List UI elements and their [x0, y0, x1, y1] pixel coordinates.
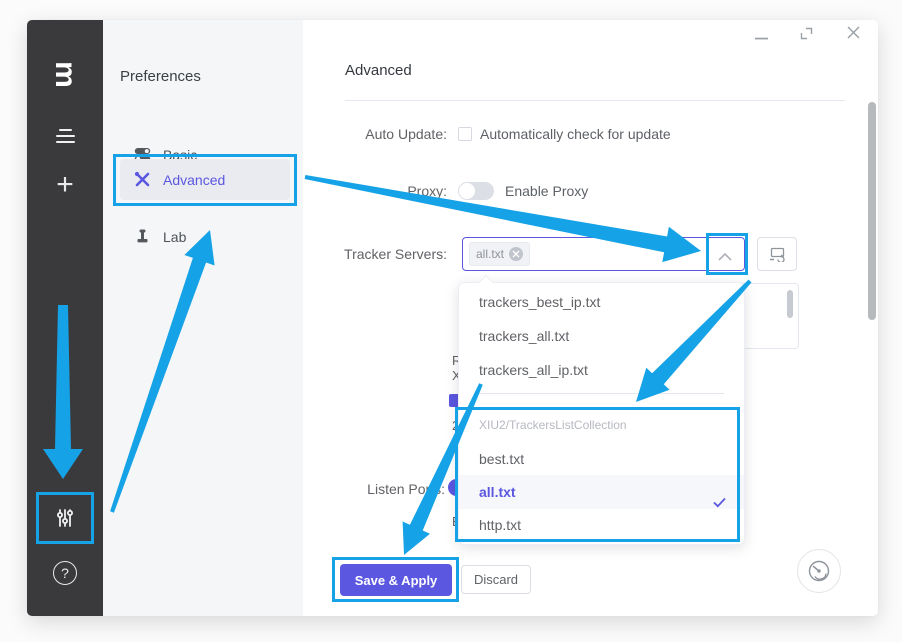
sliders-icon — [53, 506, 77, 530]
help-icon: ? — [53, 561, 77, 585]
plus-icon: + — [56, 171, 74, 199]
app-window: m + — [27, 20, 878, 616]
dropdown-option[interactable]: trackers_all.txt — [459, 319, 744, 353]
screenshot-canvas: m + — [0, 0, 902, 642]
preferences-button[interactable] — [27, 504, 103, 532]
tracker-source-dropdown: trackers_best_ip.txt trackers_all.txt tr… — [458, 282, 745, 545]
add-task-button[interactable]: + — [27, 170, 103, 200]
dropdown-option[interactable]: best.txt — [459, 443, 744, 475]
proxy-toggle[interactable] — [458, 182, 494, 200]
tracker-servers-select[interactable]: all.txt — [462, 237, 745, 271]
app-logo: m — [27, 58, 103, 90]
minimize-button[interactable] — [751, 28, 771, 48]
help-button[interactable]: ? — [27, 559, 103, 587]
advanced-settings-page: Advanced Auto Update: Automatically chec… — [303, 20, 878, 616]
dropdown-option[interactable]: trackers_best_ip.txt — [459, 285, 744, 319]
dropdown-group-label: XIU2/TrackersListCollection — [479, 411, 627, 439]
dropdown-divider — [479, 393, 724, 394]
sidebar-item-advanced[interactable]: Advanced — [120, 159, 290, 200]
textarea-scrollbar[interactable] — [787, 290, 793, 318]
tools-icon — [134, 171, 151, 188]
auto-update-label: Auto Update: — [303, 120, 447, 148]
page-title: Advanced — [345, 62, 412, 79]
restore-button[interactable] — [796, 23, 816, 43]
chevron-up-icon[interactable] — [718, 248, 732, 266]
sidebar-item-label: Advanced — [163, 172, 225, 188]
proxy-toggle-label: Enable Proxy — [505, 177, 588, 205]
page-scrollbar[interactable] — [868, 102, 876, 320]
gauge-icon — [806, 558, 832, 584]
dropdown-option[interactable]: http.txt — [459, 509, 744, 541]
close-button[interactable] — [843, 22, 863, 42]
sidebar-item-lab[interactable]: Lab — [120, 216, 290, 257]
motrix-logo-icon: m — [50, 61, 80, 87]
selected-tracker-tag: all.txt — [469, 242, 530, 266]
auto-update-checkbox-label: Automatically check for update — [480, 120, 671, 148]
sidebar: m + — [27, 20, 103, 616]
preferences-panel: Preferences Basic — [103, 20, 303, 616]
restore-icon — [800, 27, 813, 40]
dropdown-option[interactable]: trackers_all_ip.txt — [459, 353, 744, 387]
tracker-servers-label: Tracker Servers: — [303, 240, 447, 268]
close-icon — [847, 26, 860, 39]
task-list-button[interactable] — [27, 123, 103, 147]
sync-trackers-button[interactable] — [757, 237, 797, 271]
sidebar-item-label: Lab — [163, 229, 186, 245]
dropdown-option-selected[interactable]: all.txt — [459, 475, 744, 509]
discard-button[interactable]: Discard — [461, 565, 531, 594]
panel-title: Preferences — [120, 68, 201, 85]
speed-gauge-button[interactable] — [797, 549, 841, 593]
lab-icon — [134, 228, 151, 245]
task-list-icon — [59, 129, 72, 131]
listen-ports-label: Listen Ports: — [303, 475, 445, 503]
close-icon — [512, 250, 520, 258]
auto-update-checkbox[interactable] — [458, 127, 472, 141]
save-apply-button[interactable]: Save & Apply — [340, 564, 452, 596]
sync-icon — [769, 247, 786, 262]
proxy-label: Proxy: — [303, 177, 447, 205]
minimize-icon — [755, 37, 768, 40]
title-divider — [345, 100, 845, 101]
tag-remove-button[interactable] — [509, 247, 523, 261]
